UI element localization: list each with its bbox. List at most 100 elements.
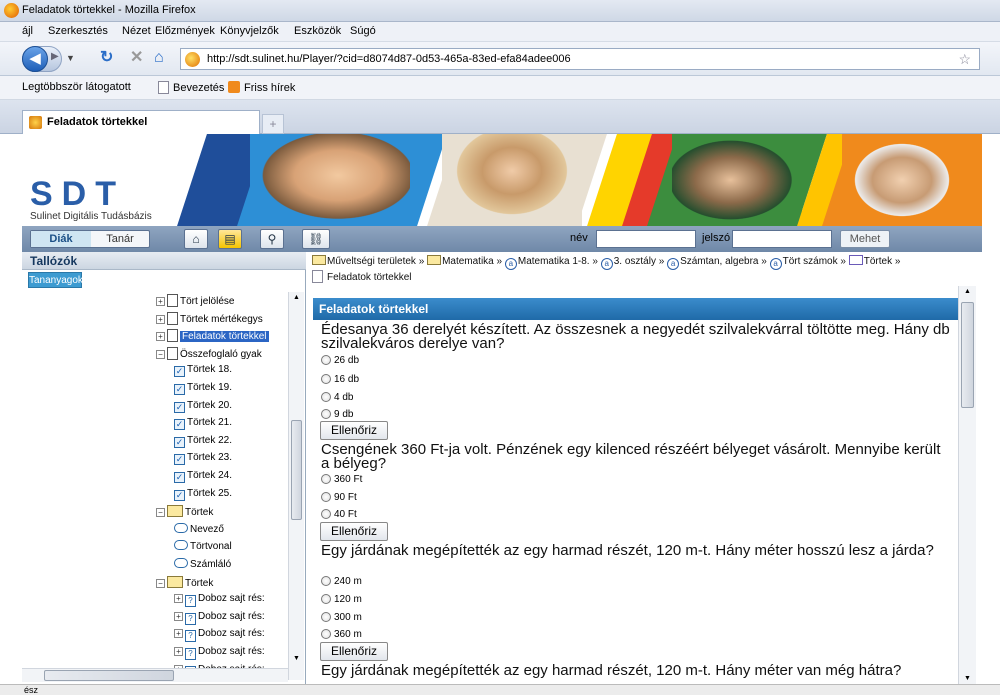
menu-view[interactable]: Nézet [122, 25, 151, 37]
key-icon[interactable]: ⛓ [302, 229, 330, 249]
tree-item[interactable]: − Törtek [156, 576, 213, 593]
scroll-down-icon[interactable]: ▼ [964, 675, 971, 682]
login-button[interactable]: Mehet [840, 230, 890, 248]
radio-button[interactable] [321, 629, 331, 639]
radio-button[interactable] [321, 355, 331, 365]
radio-button[interactable] [321, 492, 331, 502]
content-vertical-scrollbar[interactable]: ▲ ▼ [958, 286, 976, 684]
tree-item[interactable]: +?Doboz sajt rés: [174, 646, 265, 663]
tab-active[interactable]: Feladatok törtekkel [22, 110, 260, 134]
scroll-up-icon[interactable]: ▲ [293, 294, 300, 301]
bookmark-intro[interactable]: Bevezetés [158, 81, 224, 94]
scroll-down-icon[interactable]: ▼ [293, 655, 300, 662]
bookmark-news[interactable]: Friss hírek [228, 81, 295, 94]
forward-arrow-icon[interactable]: ▶ [51, 51, 59, 62]
back-forward-button[interactable]: ◀ ▶ [22, 46, 62, 72]
tree-item[interactable]: ✓ Törtek 21. [174, 417, 232, 434]
stop-icon[interactable]: ✕ [130, 50, 143, 66]
tree-horizontal-scrollbar[interactable] [22, 668, 288, 682]
answer-option[interactable]: 26 db [321, 355, 359, 366]
menu-edit[interactable]: Szerkesztés [48, 25, 108, 37]
tree-item[interactable]: +?Doboz sajt rés: [174, 593, 265, 610]
search-icon[interactable]: ⚲ [260, 229, 284, 249]
tree-item[interactable]: ✓ Törtek 18. [174, 364, 232, 381]
home-icon[interactable]: ⌂ [184, 229, 208, 249]
back-arrow-icon[interactable]: ◀ [22, 46, 48, 72]
answer-option[interactable]: 360 m [321, 629, 362, 640]
tree-item[interactable]: +?Doboz sajt rés: [174, 628, 265, 645]
answer-option[interactable]: 4 db [321, 392, 353, 403]
bookmark-most-visited[interactable]: Legtöbbször látogatott [22, 81, 131, 93]
document-icon[interactable]: ▤ [218, 229, 242, 249]
menu-file[interactable]: ájl [22, 25, 33, 37]
expand-icon[interactable]: + [156, 297, 165, 306]
breadcrumb-item[interactable]: Műveltségi területek [327, 256, 416, 267]
radio-button[interactable] [321, 594, 331, 604]
scroll-up-icon[interactable]: ▲ [964, 288, 971, 295]
answer-option[interactable]: 300 m [321, 612, 362, 623]
answer-option[interactable]: 90 Ft [321, 492, 357, 503]
radio-button[interactable] [321, 474, 331, 484]
collapse-icon[interactable]: − [156, 579, 165, 588]
url-text[interactable]: http://sdt.sulinet.hu/Player/?cid=d8074d… [207, 53, 571, 65]
tree-item[interactable]: ✓ Törtek 22. [174, 435, 232, 452]
menu-tools[interactable]: Eszközök [294, 25, 341, 37]
breadcrumb-item[interactable]: 3. osztály [614, 256, 656, 267]
tree-item[interactable]: + Feladatok törtekkel [156, 329, 269, 346]
scroll-thumb[interactable] [961, 302, 974, 408]
tree-vertical-scrollbar[interactable]: ▲ ▼ [288, 292, 304, 680]
tree-item[interactable]: ✓ Törtek 20. [174, 400, 232, 417]
radio-button[interactable] [321, 612, 331, 622]
tree-item[interactable]: ✓ Törtek 24. [174, 470, 232, 487]
answer-option[interactable]: 16 db [321, 374, 359, 385]
tree-item[interactable]: ✓ Törtek 25. [174, 488, 232, 505]
scroll-thumb[interactable] [291, 420, 302, 520]
tree-item[interactable]: + Törtek mértékegys [156, 312, 263, 329]
tree-item[interactable]: − Összefoglaló gyak [156, 347, 262, 364]
tree-item[interactable]: Nevező [174, 523, 224, 540]
check-button[interactable]: Ellenőriz [320, 522, 388, 541]
tree-item[interactable]: − Törtek [156, 505, 213, 522]
history-dropdown-icon[interactable]: ▼ [66, 53, 75, 63]
answer-option[interactable]: 9 db [321, 409, 353, 420]
password-input[interactable] [732, 230, 832, 248]
menu-bookmarks[interactable]: Könyvjelzők [220, 25, 279, 37]
tree-item[interactable]: +?Doboz sajt rés: [174, 611, 265, 628]
collapse-icon[interactable]: − [156, 508, 165, 517]
scroll-thumb[interactable] [44, 670, 174, 681]
reload-icon[interactable]: ↻ [100, 50, 113, 66]
menu-history[interactable]: Előzmények [155, 25, 215, 37]
expand-icon[interactable]: + [156, 332, 165, 341]
new-tab-button[interactable]: + [262, 114, 284, 134]
role-teacher-button[interactable]: Tanár [91, 231, 149, 247]
tree-item[interactable]: Számláló [174, 558, 231, 575]
username-input[interactable] [596, 230, 696, 248]
bookmark-star-icon[interactable]: ☆ [958, 51, 971, 68]
expand-icon[interactable]: + [174, 647, 183, 656]
expand-icon[interactable]: + [174, 594, 183, 603]
role-student-button[interactable]: Diák [31, 231, 91, 247]
breadcrumb-item[interactable]: Törtek [864, 256, 892, 267]
radio-button[interactable] [321, 409, 331, 419]
check-button[interactable]: Ellenőriz [320, 642, 388, 661]
tree-item[interactable]: Törtvonal [174, 540, 232, 557]
address-bar[interactable]: http://sdt.sulinet.hu/Player/?cid=d8074d… [180, 48, 980, 70]
answer-option[interactable]: 120 m [321, 594, 362, 605]
breadcrumb-item[interactable]: Tört számok [783, 256, 838, 267]
radio-button[interactable] [321, 509, 331, 519]
answer-option[interactable]: 240 m [321, 576, 362, 587]
radio-button[interactable] [321, 392, 331, 402]
answer-option[interactable]: 360 Ft [321, 474, 362, 485]
breadcrumb-item[interactable]: Matematika 1-8. [518, 256, 590, 267]
expand-icon[interactable]: + [156, 315, 165, 324]
radio-button[interactable] [321, 576, 331, 586]
menu-help[interactable]: Súgó [350, 25, 376, 37]
collapse-icon[interactable]: − [156, 350, 165, 359]
breadcrumb-item[interactable]: Számtan, algebra [680, 256, 758, 267]
expand-icon[interactable]: + [174, 629, 183, 638]
expand-icon[interactable]: + [174, 612, 183, 621]
tree-item[interactable]: ✓ Törtek 23. [174, 452, 232, 469]
breadcrumb-item[interactable]: Matematika [442, 256, 494, 267]
tree-item[interactable]: ✓ Törtek 19. [174, 382, 232, 399]
home-icon[interactable]: ⌂ [154, 50, 164, 66]
